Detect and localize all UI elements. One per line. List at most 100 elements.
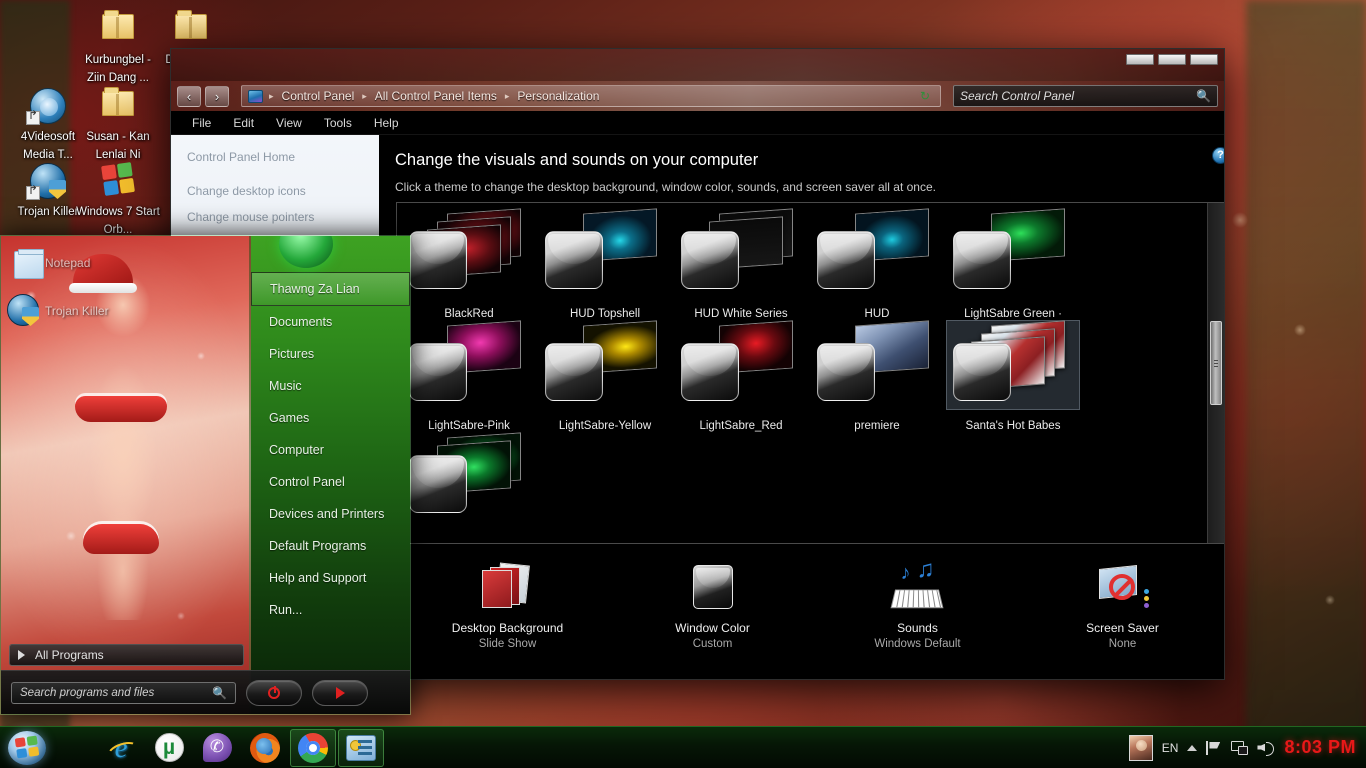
taskbar-button-viber[interactable] (194, 729, 240, 767)
theme-item-lightsabre-pink[interactable]: LightSabre-Pink (401, 320, 537, 433)
chevron-right-icon (18, 650, 25, 660)
network-icon[interactable] (1231, 740, 1249, 755)
sidebar-link-change-mouse-pointers[interactable]: Change mouse pointers (187, 209, 367, 225)
sidebar-link-change-desktop-icons[interactable]: Change desktop icons (187, 183, 367, 199)
maximize-button[interactable] (1158, 54, 1186, 65)
start-menu-item-computer[interactable]: Computer (251, 434, 410, 466)
start-menu-item-help-and-support[interactable]: Help and Support (251, 562, 410, 594)
windows-flag-icon (14, 735, 40, 758)
sidebar-link-control-panel-home[interactable]: Control Panel Home (187, 149, 367, 165)
tray-user-photo[interactable] (1128, 734, 1153, 761)
theme-item-blackred[interactable]: BlackRed (401, 208, 537, 321)
shutdown-button[interactable] (246, 679, 302, 706)
start-menu-item-control-panel[interactable]: Control Panel (251, 466, 410, 498)
start-menu-item-music[interactable]: Music (251, 370, 410, 402)
breadcrumb-separator-icon: ▸ (362, 90, 367, 101)
theme-item-hud-white-series[interactable]: HUD White Series (673, 208, 809, 321)
volume-icon[interactable] (1257, 740, 1275, 756)
shutdown-options-button[interactable] (312, 679, 368, 706)
power-icon (268, 685, 280, 699)
desktop-icon-trojan-killer[interactable]: Trojan Killer (5, 160, 91, 220)
menu-file[interactable]: File (181, 113, 222, 133)
breadcrumb-item-all-items[interactable]: All Control Panel Items (367, 89, 505, 103)
window-titlebar[interactable] (171, 49, 1224, 81)
setting-value: Windows Default (874, 638, 961, 650)
theme-glass-overlay (545, 343, 603, 401)
sounds-icon: ♪ ♫ (815, 556, 1020, 614)
taskbar-button-control-panel[interactable] (338, 728, 384, 767)
theme-gallery[interactable]: BlackRed HUD Topshell HUD White Series H… (396, 202, 1224, 544)
theme-item-hud-topshell[interactable]: HUD Topshell (537, 208, 673, 321)
close-button[interactable] (1190, 54, 1218, 65)
help-icon-label: ? (1217, 149, 1224, 161)
start-menu-item-games[interactable]: Games (251, 402, 410, 434)
theme-label: Santa's Hot Babes (965, 420, 1061, 432)
start-menu-item-default-programs[interactable]: Default Programs (251, 530, 410, 562)
clock[interactable]: 8:03 PM (1284, 737, 1356, 758)
start-menu-item-user[interactable]: Thawng Za Lian (251, 272, 410, 306)
start-menu[interactable]: Notepad Trojan Killer All Programs Thawn… (0, 235, 411, 715)
back-button[interactable]: ‹ (177, 85, 201, 107)
start-menu-icon-trojan-killer[interactable]: Trojan Killer (7, 294, 109, 328)
breadcrumb-item-control-panel[interactable]: Control Panel (274, 89, 363, 103)
refresh-icon[interactable]: ↻ (920, 89, 930, 103)
start-menu-item-run[interactable]: Run... (251, 594, 410, 626)
scrollbar-thumb[interactable] (1210, 321, 1222, 405)
setting-value: Custom (692, 638, 733, 650)
start-menu-search-input[interactable] (20, 686, 213, 699)
control-panel-main: ? Change the visuals and sounds on your … (379, 135, 1224, 679)
taskbar-button-internet-explorer[interactable] (98, 729, 144, 767)
start-menu-item-pictures[interactable]: Pictures (251, 338, 410, 370)
help-icon[interactable]: ? (1212, 147, 1224, 164)
breadcrumb-separator-icon: ▸ (504, 90, 510, 101)
setting-screen-saver[interactable]: Screen Saver None (1020, 562, 1224, 652)
desktop-icon-4videosoft[interactable]: 4Videosoft Media T... (5, 85, 91, 163)
theme-item-partial-green[interactable] (401, 432, 537, 543)
taskbar-button-firefox[interactable] (242, 729, 288, 767)
setting-window-color[interactable]: Window Color Custom (610, 562, 815, 652)
theme-item-premiere[interactable]: premiere (809, 320, 945, 433)
theme-thumbnail (811, 320, 943, 409)
taskbar-button-chrome[interactable] (290, 728, 336, 767)
theme-gallery-scrollbar[interactable] (1207, 203, 1224, 543)
desktop-icon-kurbungbel[interactable]: Kurbungbel - Ziin Dang ... (75, 8, 161, 86)
start-menu-search-box[interactable]: 🔍 (11, 681, 236, 704)
desktop-icon-label: Kurbungbel - Ziin Dang ... (85, 54, 151, 84)
taskbar-button-utorrent[interactable] (146, 729, 192, 767)
menu-edit[interactable]: Edit (222, 113, 265, 133)
figure-bottom-decoration (83, 524, 159, 554)
all-programs-button[interactable]: All Programs (9, 644, 244, 666)
menu-tools[interactable]: Tools (313, 113, 363, 133)
menu-view[interactable]: View (265, 113, 313, 133)
folder-icon (169, 8, 213, 48)
action-center-flag-icon[interactable] (1206, 740, 1222, 755)
start-menu-bottom-bar: 🔍 (1, 670, 410, 714)
theme-item-hud[interactable]: HUD (809, 208, 945, 321)
desktop-icon-windows7-start-orb[interactable]: Windows 7 Start Orb... (75, 160, 161, 238)
tray-language-indicator[interactable]: EN (1162, 741, 1179, 755)
start-menu-item-devices-and-printers[interactable]: Devices and Printers (251, 498, 410, 530)
menu-bar: File Edit View Tools Help (171, 111, 1224, 135)
setting-desktop-background[interactable]: Desktop Background Slide Show (405, 562, 610, 652)
theme-item-santas-hot-babes[interactable]: Santa's Hot Babes (945, 320, 1081, 433)
desktop-icon-label: Windows 7 Start Orb... (76, 206, 160, 236)
theme-thumbnail (675, 320, 807, 409)
search-control-panel-box[interactable]: 🔍 (953, 85, 1218, 107)
theme-item-lightsabre-yellow[interactable]: LightSabre-Yellow (537, 320, 673, 433)
desktop-icon-susan[interactable]: Susan - Kan Lenlai Ni (75, 85, 161, 163)
menu-help[interactable]: Help (363, 113, 410, 133)
start-menu-icon-notepad[interactable]: Notepad (7, 246, 109, 280)
internet-explorer-icon (106, 733, 136, 763)
theme-item-lightsabre-green[interactable]: LightSabre Green · (945, 208, 1081, 321)
theme-glass-overlay (409, 343, 467, 401)
minimize-button[interactable] (1126, 54, 1154, 65)
forward-button[interactable]: › (205, 85, 229, 107)
show-hidden-icons-icon[interactable] (1187, 744, 1198, 751)
start-menu-item-documents[interactable]: Documents (251, 306, 410, 338)
breadcrumb-item-personalization[interactable]: Personalization (509, 89, 607, 103)
setting-sounds[interactable]: ♪ ♫ Sounds Windows Default (815, 556, 1020, 652)
search-input[interactable] (960, 89, 1197, 103)
breadcrumb[interactable]: ▸ Control Panel ▸ All Control Panel Item… (241, 85, 941, 107)
start-button[interactable] (4, 728, 50, 768)
theme-item-lightsabre-red[interactable]: LightSabre_Red (673, 320, 809, 433)
